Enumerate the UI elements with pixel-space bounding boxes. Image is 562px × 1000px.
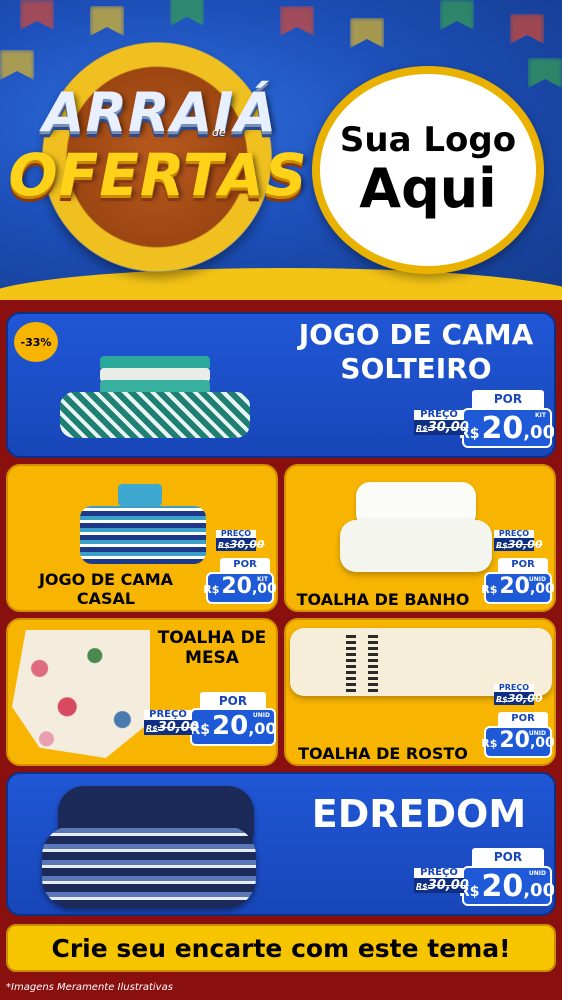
festival-flag (350, 18, 384, 48)
por-label: POR (472, 390, 544, 408)
logo-text-line2: Aqui (359, 157, 497, 220)
price-tag: POR UNID R$ 20,00 PREÇO R$30,00 (144, 692, 276, 748)
product-card-toalha-mesa[interactable]: TOALHA DE MESA POR UNID R$ 20,00 PREÇO R$… (6, 618, 278, 766)
old-price: PREÇO R$30,00 (414, 867, 469, 893)
badge-de: de (212, 126, 226, 139)
product-title: TOALHA DE MESA (157, 628, 267, 669)
logo-placeholder[interactable]: Sua Logo Aqui (312, 66, 544, 274)
product-card-toalha-banho[interactable]: TOALHA DE BANHO PREÇO R$30,00 POR UNID R… (284, 464, 556, 612)
old-price: PREÇO R$30,00 (494, 683, 543, 705)
product-title: EDREDOM (311, 792, 527, 836)
festival-flag (90, 6, 124, 36)
product-title: JOGO DE CAMA CASAL (38, 570, 174, 609)
product-card-jogo-cama-casal[interactable]: JOGO DE CAMA CASAL PREÇO R$30,00 POR KIT… (6, 464, 278, 612)
price-main: UNID R$ 20,00 (459, 866, 554, 906)
price-main: UNID R$ 20,00 (481, 572, 554, 604)
old-price: PREÇO R$30,00 (494, 529, 543, 551)
por-label: POR (498, 558, 548, 572)
product-title: TOALHA DE BANHO (296, 590, 470, 609)
price-main: KIT R$ 20,00 (459, 408, 554, 448)
product-title: TOALHA DE ROSTO (298, 744, 468, 763)
price-main: UNID R$ 20,00 (481, 726, 554, 758)
badge-title-arraia: ARRAIÁ (42, 81, 278, 144)
price-tag: POR KIT R$ 20,00 PREÇO R$30,00 (410, 390, 554, 454)
old-price: PREÇO R$30,00 (414, 409, 469, 435)
cta-banner[interactable]: Crie seu encarte com este tema! (6, 924, 556, 972)
price-tag: POR UNID R$ 20,00 PREÇO R$30,00 (410, 848, 554, 912)
header-banner: ARRAIÁ de OFERTAS Sua Logo Aqui (0, 0, 562, 300)
price-tag: PREÇO R$30,00 POR KIT R$ 20,00 (202, 529, 276, 608)
festival-flag (170, 0, 204, 26)
footnote: *Imagens Meramente Ilustrativas (6, 982, 173, 993)
comforter-image (42, 786, 262, 910)
product-title: JOGO DE CAMA SOLTEIRO (298, 318, 534, 385)
festival-flag (280, 6, 314, 36)
yellow-wave (0, 268, 562, 300)
old-price: PREÇO R$30,00 (144, 709, 199, 735)
product-card-toalha-rosto[interactable]: TOALHA DE ROSTO PREÇO R$30,00 POR UNID R… (284, 618, 556, 766)
festival-flag (20, 0, 54, 30)
logo-text-line1: Sua Logo (339, 119, 517, 160)
festival-flag (528, 58, 562, 88)
festival-flag (510, 14, 544, 44)
price-tag: PREÇO R$30,00 POR UNID R$ 20,00 (480, 529, 554, 608)
festival-flag (0, 50, 34, 80)
bath-towel-image (336, 482, 496, 574)
tablecloth-image (12, 630, 150, 760)
price-main: KIT R$ 20,00 (203, 572, 276, 604)
old-price: PREÇO R$30,00 (216, 529, 265, 551)
price-tag: PREÇO R$30,00 POR UNID R$ 20,00 (480, 683, 554, 762)
product-card-jogo-cama-solteiro[interactable]: JOGO DE CAMA SOLTEIRO POR KIT R$ 20,00 PR… (6, 312, 556, 458)
por-label: POR (472, 848, 544, 866)
product-card-edredom[interactable]: EDREDOM POR UNID R$ 20,00 PREÇO R$30,00 (6, 772, 556, 916)
double-sheet-image (80, 484, 206, 564)
por-label: POR (220, 558, 270, 572)
badge-title-ofertas: OFERTAS (8, 141, 308, 209)
festival-flag (440, 0, 474, 30)
price-main: UNID R$ 20,00 (189, 708, 276, 746)
discount-badge: -33% (14, 322, 58, 362)
por-label: POR (498, 712, 548, 726)
sheet-set-image (60, 350, 250, 440)
